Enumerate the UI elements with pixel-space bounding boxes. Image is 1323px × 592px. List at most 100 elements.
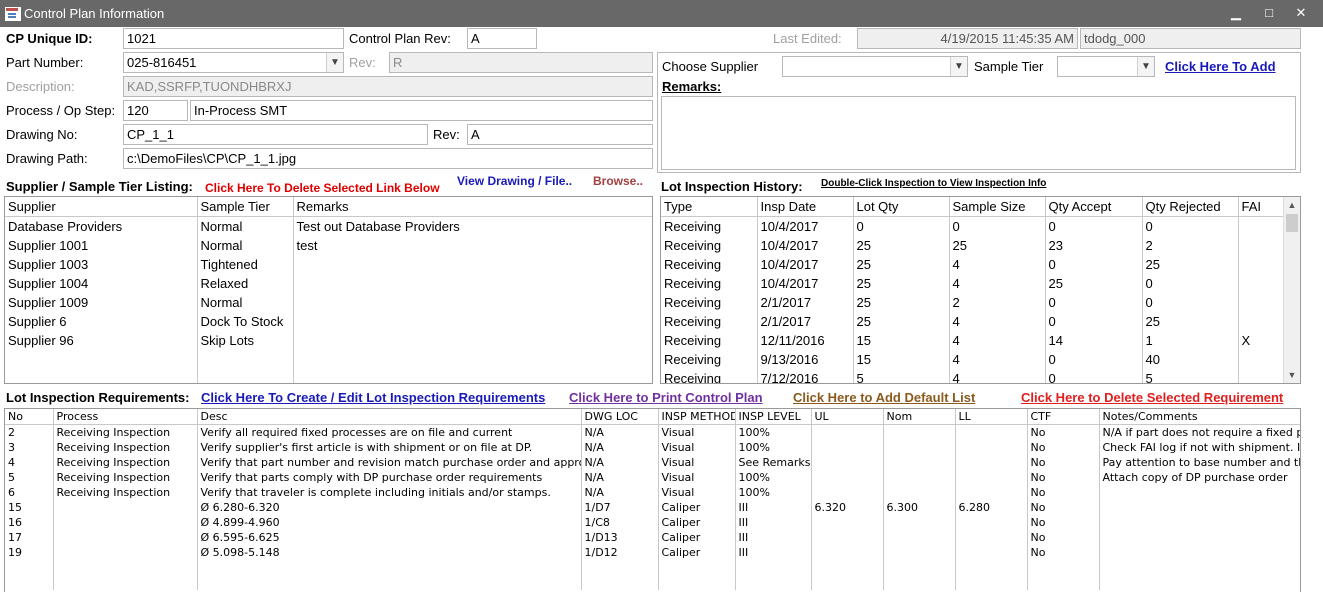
maximize-button[interactable]: □: [1259, 4, 1279, 22]
sample-size-cell: 4: [949, 369, 1046, 383]
table-row[interactable]: Supplier 1009 Normal: [5, 293, 652, 312]
column-header[interactable]: CTF: [1027, 409, 1100, 425]
column-header[interactable]: Qty Accept: [1045, 197, 1143, 217]
table-row[interactable]: Receiving 10/4/2017 25 4 25 0: [661, 274, 1286, 293]
part-number-combo[interactable]: 025-816451 ▼: [123, 52, 344, 73]
table-row[interactable]: Receiving 10/4/2017 25 25 23 2: [661, 236, 1286, 255]
column-header[interactable]: INSP METHOD: [658, 409, 736, 425]
table-row[interactable]: Receiving 7/12/2016 5 4 0 5: [661, 369, 1286, 383]
dwg-loc-cell: N/A: [581, 455, 659, 470]
column-header[interactable]: UL: [811, 409, 884, 425]
column-header[interactable]: Type: [661, 197, 758, 217]
view-inspection-hint-link[interactable]: Double-Click Inspection to View Inspecti…: [821, 178, 1046, 189]
dwg-loc-cell: N/A: [581, 424, 659, 440]
ctf-cell: No: [1027, 455, 1100, 470]
column-header[interactable]: Notes/Comments: [1099, 409, 1300, 425]
table-row[interactable]: Receiving 9/13/2016 15 4 0 40: [661, 350, 1286, 369]
table-row[interactable]: Receiving 2/1/2017 25 2 0 0: [661, 293, 1286, 312]
column-header[interactable]: Sample Tier: [197, 197, 294, 217]
supplier-listbox[interactable]: Supplier Sample Tier Remarks Database Pr…: [4, 196, 653, 384]
description-label: Description:: [6, 79, 75, 94]
table-row[interactable]: 6 Receiving Inspection Verify that travele…: [5, 485, 1300, 500]
table-row[interactable]: 4 Receiving Inspection Verify that part nu…: [5, 455, 1300, 470]
add-default-list-link[interactable]: Click Here to Add Default List: [793, 390, 975, 405]
table-row[interactable]: Supplier 96 Skip Lots: [5, 331, 652, 350]
chevron-down-icon[interactable]: ▼: [950, 57, 967, 76]
lot-history-listbox[interactable]: Type Insp Date Lot Qty Sample Size Qty A…: [660, 196, 1301, 384]
column-header[interactable]: Process: [53, 409, 198, 425]
drawing-path-field[interactable]: c:\DemoFiles\CP\CP_1_1.jpg: [123, 148, 653, 169]
table-row[interactable]: 17 Ø 6.595-6.625 1/D13 Caliper III No: [5, 530, 1300, 545]
column-header[interactable]: Qty Rejected: [1142, 197, 1239, 217]
control-plan-rev-field[interactable]: A: [467, 28, 537, 49]
process-name-field[interactable]: In-Process SMT: [190, 100, 653, 121]
last-edited-user-field: tdodg_000: [1080, 28, 1301, 49]
column-header[interactable]: Supplier: [5, 197, 198, 217]
column-header[interactable]: INSP LEVEL: [735, 409, 812, 425]
insp-method-cell: Visual: [658, 485, 736, 500]
create-edit-requirements-link[interactable]: Click Here To Create / Edit Lot Inspecti…: [201, 390, 545, 405]
ul-cell: [811, 530, 884, 545]
table-row[interactable]: Receiving 2/1/2017 25 4 0 25: [661, 312, 1286, 331]
lot-qty-cell: 25: [853, 274, 950, 293]
table-row[interactable]: Supplier 1003 Tightened: [5, 255, 652, 274]
table-row[interactable]: Receiving 12/11/2016 15 4 14 1 X: [661, 331, 1286, 350]
column-header[interactable]: Lot Qty: [853, 197, 950, 217]
scroll-down-icon[interactable]: ▼: [1284, 367, 1300, 383]
drawing-rev-field[interactable]: A: [467, 124, 653, 145]
tier-cell: Tightened: [197, 255, 294, 274]
remarks-cell: [293, 274, 652, 293]
table-row[interactable]: 5 Receiving Inspection Verify that parts c…: [5, 470, 1300, 485]
table-row[interactable]: 3 Receiving Inspection Verify supplier's f…: [5, 440, 1300, 455]
ll-cell: [955, 470, 1028, 485]
ll-cell: [955, 485, 1028, 500]
delete-requirement-link[interactable]: Click Here to Delete Selected Requiremen…: [1021, 390, 1283, 405]
column-header[interactable]: Desc: [197, 409, 582, 425]
table-row[interactable]: Supplier 6 Dock To Stock: [5, 312, 652, 331]
drawing-no-field[interactable]: CP_1_1: [123, 124, 428, 145]
cp-unique-id-field[interactable]: 1021: [123, 28, 344, 49]
table-row[interactable]: Database Providers Normal Test out Databas…: [5, 216, 652, 236]
table-row[interactable]: Receiving 10/4/2017 25 4 0 25: [661, 255, 1286, 274]
process-step-field[interactable]: 120: [123, 100, 188, 121]
requirements-listbox[interactable]: No Process Desc DWG LOC INSP METHOD INSP…: [4, 408, 1301, 592]
minimize-button[interactable]: ▁: [1226, 4, 1246, 22]
close-button[interactable]: ✕: [1291, 4, 1311, 22]
chevron-down-icon[interactable]: ▼: [326, 53, 343, 72]
table-row[interactable]: Supplier 1001 Normal test: [5, 236, 652, 255]
browse-link[interactable]: Browse..: [593, 174, 643, 188]
scroll-up-icon[interactable]: ▲: [1284, 197, 1300, 213]
chevron-down-icon[interactable]: ▼: [1137, 57, 1154, 76]
table-row[interactable]: Supplier 1004 Relaxed: [5, 274, 652, 293]
remarks-field[interactable]: [661, 96, 1296, 170]
table-row[interactable]: Receiving 10/4/2017 0 0 0 0: [661, 216, 1286, 236]
delete-selected-link[interactable]: Click Here To Delete Selected Link Below: [205, 181, 440, 195]
view-drawing-link[interactable]: View Drawing / File..: [457, 174, 572, 188]
column-header[interactable]: Insp Date: [757, 197, 854, 217]
table-row[interactable]: 15 Ø 6.280-6.320 1/D7 Caliper III 6.320 6.300 6…: [5, 500, 1300, 515]
column-header[interactable]: No: [5, 409, 54, 425]
scroll-thumb[interactable]: [1286, 214, 1298, 232]
cp-unique-id-label: CP Unique ID:: [6, 31, 93, 46]
table-row[interactable]: 2 Receiving Inspection Verify all required…: [5, 424, 1300, 440]
rev-field: R: [389, 52, 653, 73]
column-header[interactable]: DWG LOC: [581, 409, 659, 425]
column-header[interactable]: Remarks: [293, 197, 652, 217]
add-supplier-link[interactable]: Click Here To Add: [1165, 59, 1276, 74]
process-cell: [53, 545, 198, 560]
column-header[interactable]: FAI: [1238, 197, 1286, 217]
print-control-plan-link[interactable]: Click Here to Print Control Plan: [569, 390, 763, 405]
column-header[interactable]: LL: [955, 409, 1028, 425]
qty-accept-cell: 23: [1045, 236, 1143, 255]
column-header[interactable]: Sample Size: [949, 197, 1046, 217]
table-row[interactable]: 16 Ø 4.899-4.960 1/C8 Caliper III No: [5, 515, 1300, 530]
nom-cell: [883, 470, 956, 485]
choose-supplier-combo[interactable]: ▼: [782, 56, 968, 77]
sample-size-cell: 0: [949, 216, 1046, 236]
sample-tier-combo[interactable]: ▼: [1057, 56, 1155, 77]
column-header[interactable]: Nom: [883, 409, 956, 425]
qty-rejected-cell: 25: [1142, 312, 1239, 331]
table-row[interactable]: 19 Ø 5.098-5.148 1/D12 Caliper III No: [5, 545, 1300, 560]
desc-cell: Verify that parts comply with DP purchas…: [197, 470, 582, 485]
lot-history-scrollbar[interactable]: ▲ ▼: [1283, 197, 1300, 383]
